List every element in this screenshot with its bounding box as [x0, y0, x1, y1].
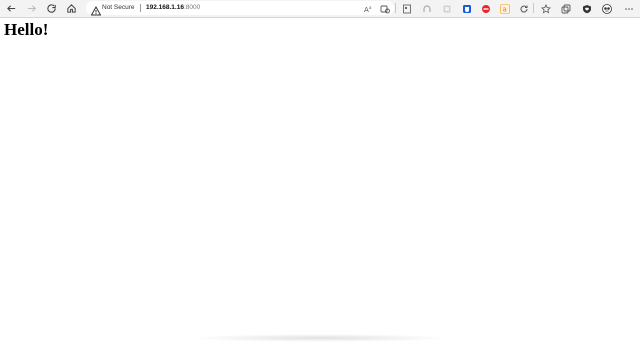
- adblock-icon[interactable]: [479, 2, 492, 15]
- page-heading: Hello!: [4, 20, 49, 39]
- home-button[interactable]: [64, 1, 79, 16]
- refresh-icon: [47, 4, 56, 13]
- extension-gray-2-icon[interactable]: [440, 2, 453, 15]
- bitwarden-icon[interactable]: [460, 2, 473, 15]
- svg-text:a: a: [369, 5, 372, 10]
- page-content: Hello!: [0, 18, 640, 342]
- browser-toolbar: Not Secure 192.168.1.16:8000 Aa a: [0, 0, 640, 18]
- arrow-right-icon: [27, 5, 36, 12]
- svg-text:a: a: [502, 5, 506, 13]
- amazon-icon[interactable]: a: [498, 2, 511, 15]
- back-button[interactable]: [4, 1, 19, 16]
- forward-button[interactable]: [24, 1, 39, 16]
- url-port: :8000: [183, 4, 201, 11]
- arrow-left-icon: [7, 5, 16, 12]
- reader-mode-icon[interactable]: [400, 2, 413, 15]
- home-icon: [67, 4, 76, 13]
- read-aloud-icon[interactable]: Aa: [362, 2, 375, 15]
- address-separator: [140, 4, 141, 12]
- more-options-icon[interactable]: [622, 2, 635, 15]
- warning-icon[interactable]: [90, 3, 102, 16]
- refresh-button[interactable]: [44, 1, 59, 16]
- tracking-prevention-icon[interactable]: [378, 2, 391, 15]
- url-text[interactable]: 192.168.1.16:8000: [146, 1, 200, 15]
- shield-heart-icon[interactable]: [580, 2, 593, 15]
- collections-icon[interactable]: [559, 2, 572, 15]
- toolbar-separator: [395, 3, 396, 13]
- url-host: 192.168.1.16: [146, 4, 184, 11]
- extension-gray-icon[interactable]: [420, 2, 433, 15]
- profile-icon[interactable]: [600, 2, 613, 15]
- window-shadow: [190, 334, 450, 342]
- sync-icon[interactable]: [517, 2, 530, 15]
- favorites-icon[interactable]: [539, 2, 552, 15]
- toolbar-separator-2: [533, 3, 534, 13]
- address-bar[interactable]: Not Secure 192.168.1.16:8000: [86, 1, 394, 16]
- security-label[interactable]: Not Secure: [102, 1, 135, 15]
